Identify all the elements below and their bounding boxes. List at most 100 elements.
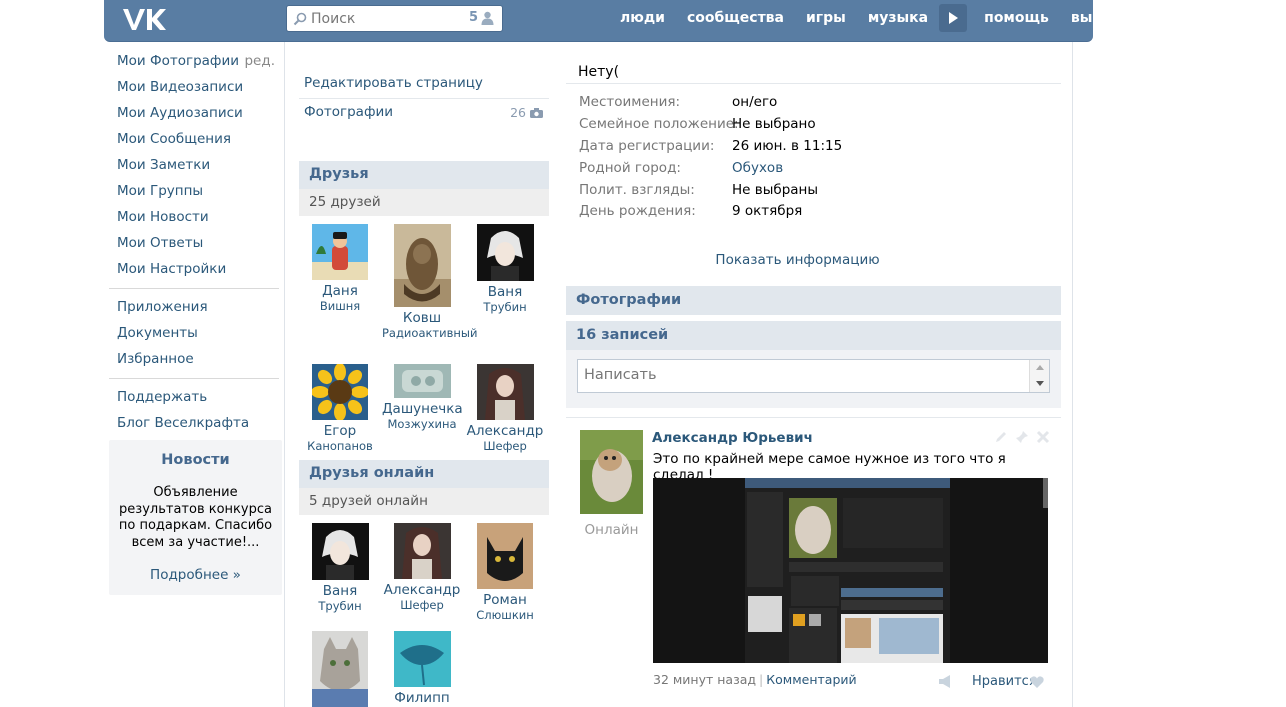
hometown-link[interactable]: Обухов — [732, 160, 783, 176]
profile-status[interactable]: Нету( — [578, 64, 619, 80]
menu-my-audio[interactable]: Мои Аудиозаписи — [109, 102, 279, 128]
info-label: Местоимения: — [579, 94, 681, 110]
friend-last-name[interactable]: Трубин — [465, 300, 545, 315]
comment-link[interactable]: Комментарий — [766, 672, 856, 687]
friend-item[interactable]: Егор Канопанов — [300, 364, 380, 454]
menu-support[interactable]: Поддержать — [109, 386, 279, 412]
search-icon — [293, 12, 307, 26]
post-author-avatar[interactable] — [580, 430, 643, 514]
edit-icon[interactable] — [994, 430, 1008, 444]
friend-first-name[interactable]: Александр — [382, 582, 462, 598]
friend-avatar[interactable] — [393, 224, 451, 307]
search-input[interactable] — [311, 9, 451, 28]
friends-count[interactable]: 25 друзей — [299, 189, 549, 216]
post-timestamp[interactable]: 32 минут назад — [653, 672, 756, 687]
friend-avatar[interactable] — [393, 364, 451, 398]
nav-logout[interactable]: выйти — [1060, 0, 1131, 36]
menu-my-news[interactable]: Мои Новости — [109, 206, 279, 232]
friend-last-name[interactable]: Шефер — [382, 598, 462, 613]
delete-icon[interactable] — [1036, 430, 1050, 444]
search-box[interactable]: 5 — [286, 5, 503, 32]
camera-icon — [530, 108, 543, 118]
online-friend-item[interactable]: Филипп — [382, 631, 462, 706]
wall-composer-area: Написать — [566, 350, 1061, 408]
menu-my-messages[interactable]: Мои Сообщения — [109, 128, 279, 154]
friend-first-name[interactable]: Филипп — [382, 690, 462, 706]
friend-item[interactable]: Ваня Трубин — [465, 224, 545, 315]
online-friends-section-title[interactable]: Друзья онлайн — [299, 460, 549, 488]
like-button[interactable]: Нравится — [972, 674, 1037, 689]
menu-my-groups[interactable]: Мои Группы — [109, 180, 279, 206]
friend-first-name[interactable]: Ковш — [382, 310, 462, 326]
post-actions — [994, 430, 1050, 444]
online-friend-item[interactable] — [300, 631, 380, 707]
megaphone-icon[interactable] — [938, 675, 954, 688]
friend-avatar[interactable] — [312, 224, 368, 280]
friend-last-name[interactable]: Шефер — [465, 439, 545, 454]
friend-first-name[interactable]: Ваня — [300, 583, 380, 599]
friend-avatar[interactable] — [311, 523, 369, 580]
vk-logo[interactable] — [121, 6, 167, 32]
friend-avatar[interactable] — [312, 631, 368, 707]
friend-first-name[interactable]: Роман — [465, 592, 545, 608]
friend-avatar[interactable] — [476, 224, 534, 281]
player-play-button[interactable] — [939, 4, 968, 32]
friend-last-name[interactable]: Трубин — [300, 599, 380, 614]
friend-avatar[interactable] — [393, 631, 451, 687]
menu-favorites[interactable]: Избранное — [109, 348, 279, 374]
friends-section-title[interactable]: Друзья — [299, 161, 549, 189]
friend-avatar[interactable] — [393, 523, 451, 579]
search-people-count: 5 — [468, 10, 478, 25]
online-friend-item[interactable]: Александр Шефер — [382, 523, 462, 613]
menu-my-settings[interactable]: Мои Настройки — [109, 258, 279, 284]
friend-last-name[interactable]: Радиоактивный — [382, 326, 477, 341]
menu-my-videos[interactable]: Мои Видеозаписи — [109, 76, 279, 102]
menu-edit-link[interactable]: ред. — [244, 50, 275, 72]
wall-post-input[interactable]: Написать — [577, 359, 1050, 393]
friend-last-name[interactable]: Вишня — [300, 299, 380, 314]
friend-item[interactable]: Даня Вишня — [300, 224, 380, 314]
friend-first-name[interactable]: Александр — [465, 423, 545, 439]
menu-blog[interactable]: Блог Веселкрафта — [109, 412, 279, 438]
friend-first-name[interactable]: Даня — [300, 283, 380, 299]
heart-icon[interactable] — [1030, 676, 1044, 688]
friend-first-name[interactable]: Ваня — [465, 284, 545, 300]
friend-item[interactable]: Дашунечка Мозжухина — [382, 364, 463, 432]
post-author-name[interactable]: Александр Юрьевич — [652, 430, 813, 446]
nav-people[interactable]: люди — [609, 0, 676, 36]
news-more-link[interactable]: Подробнее » — [109, 567, 282, 583]
edit-page-link[interactable]: Редактировать страницу — [299, 75, 549, 99]
menu-my-answers[interactable]: Мои Ответы — [109, 232, 279, 258]
photos-link[interactable]: Фотографии 26 — [299, 104, 549, 120]
friend-avatar[interactable] — [477, 523, 533, 589]
scroll-down-icon[interactable] — [1030, 376, 1050, 392]
nav-help[interactable]: помощь — [973, 0, 1060, 36]
nav-games[interactable]: игры — [795, 0, 857, 36]
news-box: Новости Объявление результатов конкурса … — [109, 440, 282, 595]
friend-item[interactable]: Ковш Радиоактивный — [382, 224, 477, 341]
wall-section-title[interactable]: 16 записей — [566, 321, 1061, 350]
post-attached-image[interactable] — [653, 478, 1048, 663]
friend-item[interactable]: Александр Шефер — [465, 364, 545, 454]
friend-avatar[interactable] — [312, 364, 368, 420]
online-friends-count[interactable]: 5 друзей онлайн — [299, 488, 549, 515]
nav-communities[interactable]: сообщества — [676, 0, 795, 36]
menu-apps[interactable]: Приложения — [109, 296, 279, 322]
photos-section-title[interactable]: Фотографии — [566, 286, 1061, 315]
menu-documents[interactable]: Документы — [109, 322, 279, 348]
friend-last-name[interactable]: Канопанов — [300, 439, 380, 454]
menu-my-notes[interactable]: Мои Заметки — [109, 154, 279, 180]
online-friend-item[interactable]: Роман Слюшкин — [465, 523, 545, 623]
friend-first-name[interactable]: Дашунечка — [382, 401, 463, 417]
friend-last-name[interactable]: Мозжухина — [382, 417, 462, 432]
pin-icon[interactable] — [1015, 430, 1029, 444]
show-full-info-link[interactable]: Показать информацию — [566, 252, 1029, 268]
friend-first-name[interactable]: Егор — [300, 423, 380, 439]
friend-avatar[interactable] — [476, 364, 534, 420]
scroll-up-icon[interactable] — [1030, 360, 1050, 376]
info-label: Родной город: — [579, 160, 681, 176]
composer-scrollbar[interactable] — [1029, 360, 1049, 392]
online-friend-item[interactable]: Ваня Трубин — [300, 523, 380, 614]
nav-music[interactable]: музыка — [857, 0, 939, 36]
friend-last-name[interactable]: Слюшкин — [465, 608, 545, 623]
